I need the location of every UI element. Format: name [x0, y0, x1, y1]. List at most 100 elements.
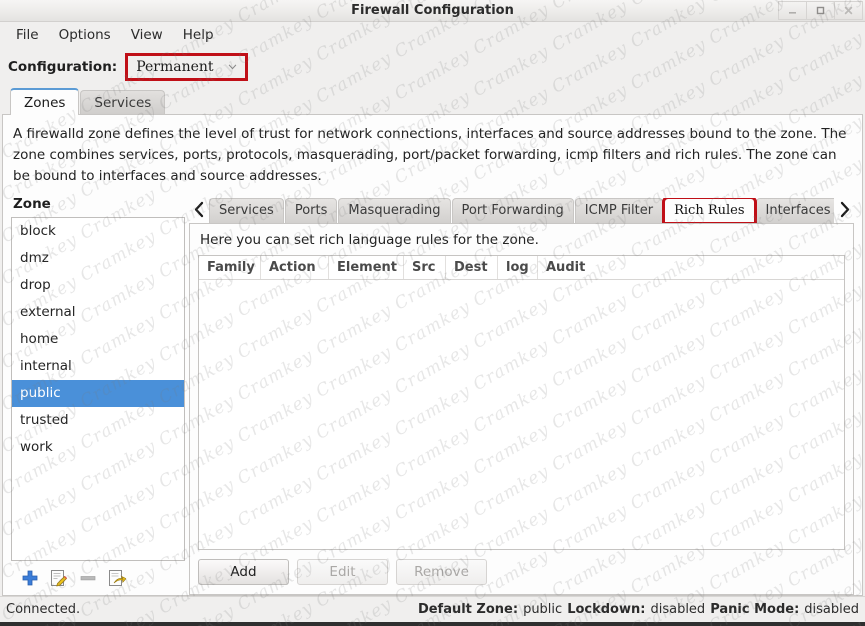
add-button-label: Add [230, 564, 257, 580]
inner-tab-rich-rules[interactable]: Rich Rules [662, 197, 757, 223]
inner-tab-services[interactable]: Services [209, 197, 284, 223]
lockdown-label: Lockdown: [567, 602, 646, 617]
zone-detail-pane: Services Ports Masquerading Port Forward… [185, 193, 862, 595]
remove-zone-icon [80, 576, 96, 581]
zone-list-item-selected[interactable]: public [12, 379, 184, 407]
zone-column-header: Zone [13, 195, 51, 212]
minimize-icon [789, 12, 796, 14]
column-header-element[interactable]: Element [329, 255, 404, 279]
zone-item-label: work [20, 439, 53, 456]
panic-mode-value: disabled [804, 602, 859, 617]
column-header-dest[interactable]: Dest [446, 255, 498, 279]
column-header-audit[interactable]: Audit [538, 256, 594, 279]
inner-tab-label: Rich Rules [674, 203, 745, 219]
menu-bar: File Options View Help [0, 22, 865, 48]
chevron-right-icon [840, 202, 849, 218]
column-header-src[interactable]: Src [404, 255, 446, 279]
inner-tab-label: ICMP Filter [584, 203, 654, 219]
column-header-action[interactable]: Action [261, 255, 329, 279]
rich-rules-panel: Here you can set rich language rules for… [189, 222, 854, 595]
main-tab-bar: Zones Services [0, 86, 865, 115]
zone-item-label: dmz [20, 250, 49, 267]
inner-tab-label: Masquerading [348, 203, 441, 219]
edit-button: Edit [297, 559, 388, 585]
tab-zones[interactable]: Zones [10, 88, 80, 115]
column-header-family[interactable]: Family [199, 255, 261, 279]
window-bottom-edge [0, 622, 865, 626]
inner-tab-icmp-filter[interactable]: ICMP Filter [574, 197, 664, 223]
rich-rules-button-row: Add Edit Remove [190, 550, 853, 594]
remove-button-label: Remove [414, 564, 469, 580]
edit-button-label: Edit [329, 564, 356, 580]
edit-zone-icon[interactable] [50, 569, 68, 587]
close-icon [844, 6, 853, 15]
zone-list-pane: Zone block dmz drop external home intern… [3, 193, 185, 595]
configuration-highlight-box: Permanent [125, 53, 248, 81]
default-zone-label: Default Zone: [417, 602, 519, 617]
load-defaults-icon[interactable] [108, 569, 126, 587]
inner-tab-label: Services [219, 203, 274, 219]
zone-item-label: block [20, 223, 56, 240]
zone-list-item[interactable]: block [12, 218, 184, 245]
menu-view[interactable]: View [121, 24, 173, 46]
connection-status: Connected. [6, 602, 81, 617]
zone-detail-tab-bar: Services Ports Masquerading Port Forward… [189, 193, 854, 223]
tab-scroll-left-button[interactable] [189, 197, 209, 223]
panic-mode-label: Panic Mode: [710, 602, 800, 617]
chevron-down-icon [228, 64, 236, 70]
title-bar: Firewall Configuration [0, 0, 865, 22]
rich-rules-table: Family Action Element Src Dest log Audit [198, 254, 845, 550]
add-zone-icon[interactable] [21, 569, 39, 587]
zone-toolbar [11, 561, 185, 595]
zone-item-label: home [20, 331, 59, 348]
inner-tab-interfaces[interactable]: Interfaces [755, 197, 834, 223]
minimize-button[interactable] [778, 1, 807, 20]
chevron-left-icon [194, 202, 203, 218]
menu-file[interactable]: File [6, 24, 49, 46]
menu-help[interactable]: Help [173, 24, 224, 46]
rich-rules-description: Here you can set rich language rules for… [200, 231, 539, 248]
zone-list-item[interactable]: trusted [12, 407, 184, 434]
zone-item-label: drop [20, 277, 51, 294]
zone-list-item[interactable]: dmz [12, 245, 184, 272]
rich-rules-table-header: Family Action Element Src Dest log Audit [199, 255, 844, 280]
rich-rules-table-body[interactable] [199, 279, 844, 549]
tab-services-label: Services [94, 95, 152, 111]
zone-list-item[interactable]: external [12, 299, 184, 326]
status-summary: Default Zone: public Lockdown: disabled … [418, 602, 859, 617]
remove-button: Remove [396, 559, 487, 585]
column-header-log[interactable]: log [498, 255, 538, 279]
inner-tab-label: Ports [294, 203, 328, 219]
menu-options[interactable]: Options [49, 24, 121, 46]
inner-tab-label: Interfaces [765, 203, 831, 219]
default-zone-value: public [523, 602, 563, 617]
zone-list-item[interactable]: drop [12, 272, 184, 299]
zone-item-label: internal [20, 358, 72, 375]
zone-item-label: public [20, 385, 61, 402]
add-button[interactable]: Add [198, 559, 289, 585]
inner-tab-port-forwarding[interactable]: Port Forwarding [451, 197, 574, 223]
inner-tab-masquerading[interactable]: Masquerading [338, 197, 451, 223]
zones-panel: A firewalld zone defines the level of tr… [2, 114, 863, 596]
configuration-row: Configuration: Permanent [0, 48, 865, 86]
zone-list-item[interactable]: work [12, 434, 184, 461]
zone-list-item[interactable]: home [12, 326, 184, 353]
zone-list[interactable]: block dmz drop external home internal pu… [11, 216, 185, 561]
maximize-button[interactable] [806, 1, 835, 20]
zone-split-view: Zone block dmz drop external home intern… [3, 193, 862, 595]
close-button[interactable] [834, 1, 863, 20]
firewall-configuration-window: Firewall Configuration File Options View… [0, 0, 865, 626]
window-title: Firewall Configuration [351, 3, 514, 18]
tab-zones-label: Zones [24, 94, 66, 111]
inner-tab-ports[interactable]: Ports [284, 197, 338, 223]
zone-item-label: external [20, 304, 76, 321]
configuration-value: Permanent [136, 59, 214, 75]
inner-tab-label: Port Forwarding [461, 203, 564, 219]
tab-scroll-right-button[interactable] [834, 197, 854, 223]
maximize-icon [816, 6, 825, 15]
zone-list-item[interactable]: internal [12, 353, 184, 380]
lockdown-value: disabled [650, 602, 706, 617]
window-controls [778, 1, 863, 20]
configuration-dropdown[interactable]: Permanent [128, 56, 244, 78]
tab-services[interactable]: Services [80, 90, 166, 115]
